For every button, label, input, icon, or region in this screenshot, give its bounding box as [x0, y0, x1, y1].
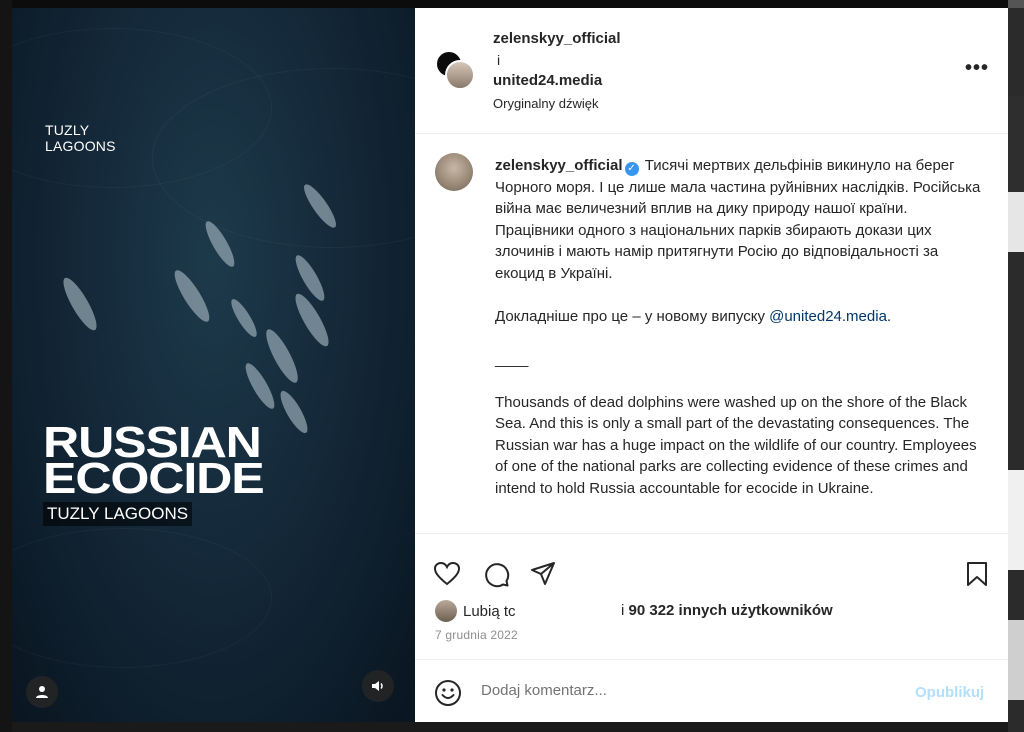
post-actions: Lubią tc i 90 322 innych użytkowników 7 …: [415, 533, 1008, 659]
video-subtitle: TUZLY LAGOONS: [43, 502, 193, 526]
avatar[interactable]: [435, 153, 473, 191]
background-edge: [1008, 0, 1024, 732]
mute-toggle-button[interactable]: [362, 670, 394, 702]
caption-more-suffix: .: [886, 307, 892, 325]
post-header: zelenskyy_official i united24.media Oryg…: [415, 8, 1008, 134]
comment-bar: Opublikuj: [415, 659, 1008, 722]
comment-input[interactable]: [481, 682, 901, 699]
bookmark-icon[interactable]: [963, 560, 991, 588]
likes-count[interactable]: i 90 322 innych użytkowników: [621, 602, 833, 619]
collab-avatars[interactable]: [435, 50, 475, 90]
comment-icon[interactable]: [482, 560, 510, 588]
feed-tile: [1008, 96, 1024, 192]
title-line: ECOCIDE: [43, 454, 265, 503]
liked-by-label: Lubią tc: [463, 602, 516, 620]
top-label-line: LAGOONS: [45, 138, 116, 154]
caption-more-prefix: Докладніше про це – у новому випуску: [495, 307, 770, 325]
user-icon: [36, 686, 48, 698]
collab-separator: i: [497, 52, 501, 68]
caption-section: zelenskyy_official ✓ Тисячі мертвих дельф…: [415, 135, 1008, 533]
avatar: [435, 600, 457, 622]
audio-link[interactable]: Oryginalny dźwięk: [493, 96, 599, 111]
caption-divider: ____: [495, 350, 529, 368]
video-player[interactable]: TUZLY LAGOONS RUSSIAN ECOCIDE TUZLY LAGO…: [12, 8, 415, 722]
feed-tile: [1008, 620, 1024, 700]
caption-more-line: Докладніше про це – у новому випуску @un…: [495, 306, 981, 328]
verified-badge-icon: ✓: [624, 162, 639, 176]
mention-link[interactable]: @united24.media: [769, 308, 887, 325]
video-top-label: TUZLY LAGOONS: [45, 122, 116, 154]
share-icon[interactable]: [529, 560, 557, 588]
caption-username[interactable]: zelenskyy_official: [495, 157, 623, 174]
dolphins-illustration: [63, 184, 336, 434]
more-icon: •••: [964, 57, 989, 79]
post-info-panel: zelenskyy_official i united24.media Oryg…: [415, 8, 1008, 722]
likes-count-text: 90 322 innych użytkowników: [628, 602, 833, 619]
emoji-icon[interactable]: [434, 679, 462, 707]
caption-en-text: Thousands of dead dolphins were washed u…: [495, 393, 977, 497]
post-modal: TUZLY LAGOONS RUSSIAN ECOCIDE TUZLY LAGO…: [12, 8, 1008, 722]
caption-ua-text: Тисячі мертвих дельфінів викинуло на бер…: [495, 157, 981, 282]
liked-by[interactable]: Lubią tc: [435, 600, 516, 622]
post-date[interactable]: 7 grudnia 2022: [435, 628, 518, 642]
more-options-button[interactable]: •••: [963, 57, 991, 80]
speaker-icon: [372, 681, 383, 691]
avatar: [445, 60, 475, 90]
feed-tile: [1008, 192, 1024, 252]
likes-prefix: i: [621, 602, 629, 619]
publish-button[interactable]: Opublikuj: [915, 684, 984, 701]
feed-tile: [1008, 470, 1024, 570]
video-title: RUSSIAN ECOCIDE: [43, 421, 265, 503]
owner-username[interactable]: zelenskyy_official: [493, 30, 621, 47]
tagged-users-button[interactable]: [26, 676, 58, 708]
feed-tile: [1008, 0, 1024, 8]
top-label-line: TUZLY: [45, 122, 90, 138]
caption-text: zelenskyy_official ✓ Тисячі мертвих дельф…: [495, 155, 981, 499]
heart-icon[interactable]: [433, 560, 461, 588]
collaborator-username[interactable]: united24.media: [493, 72, 602, 89]
